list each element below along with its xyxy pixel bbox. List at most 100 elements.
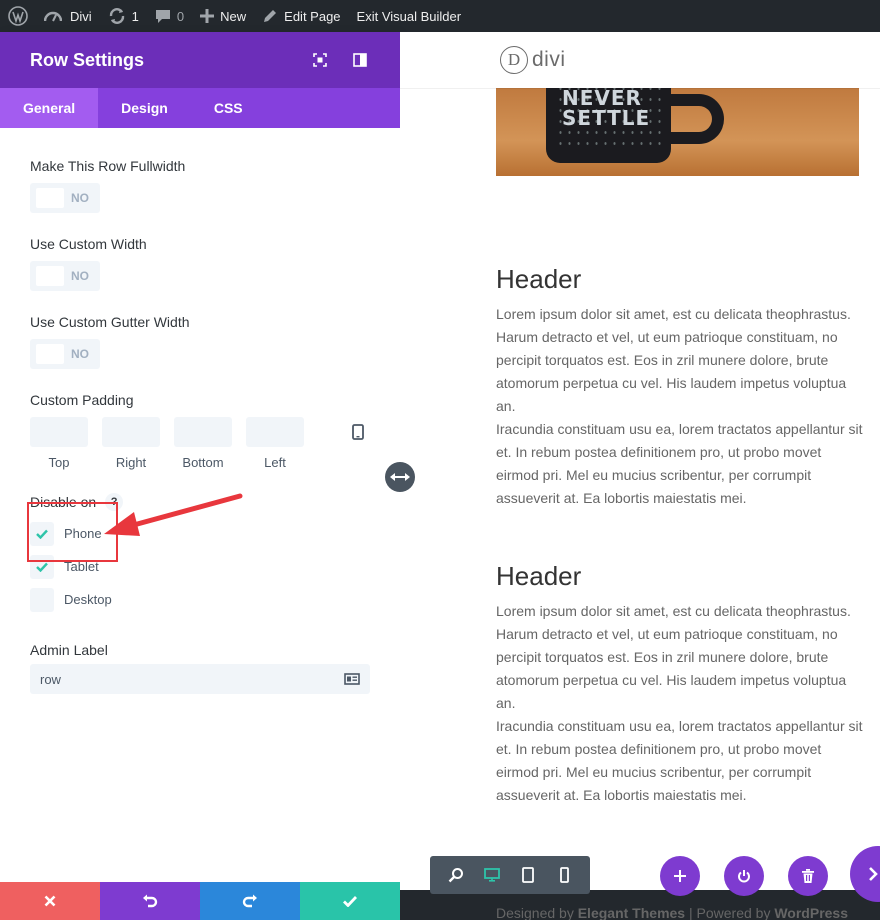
panel-header: Row Settings (0, 32, 400, 88)
view-mode-toolbar (430, 856, 590, 894)
power-icon (738, 870, 750, 883)
padding-bottom-input[interactable] (174, 417, 232, 447)
padding-bottom: Bottom (174, 417, 232, 470)
toggle-knob (36, 344, 64, 364)
site-logo[interactable]: D divi (500, 46, 566, 74)
custom-width-toggle[interactable]: NO (30, 261, 100, 291)
toggle-state: NO (71, 191, 89, 205)
undo-button[interactable] (100, 882, 200, 920)
gutter-width-toggle[interactable]: NO (30, 339, 100, 369)
row-settings-panel: Row Settings General Design CSS Make Thi… (0, 32, 400, 920)
edit-page-link[interactable]: Edit Page (254, 0, 348, 32)
desktop-icon (484, 868, 500, 882)
desktop-view-button[interactable] (480, 863, 504, 887)
chevron-right-icon (869, 867, 878, 881)
fullwidth-label: Make This Row Fullwidth (30, 158, 186, 174)
updates-count: 1 (131, 8, 139, 24)
padding-right-label: Right (115, 455, 147, 470)
resize-arrows-icon (390, 473, 410, 481)
mobile-options-icon[interactable] (348, 417, 368, 447)
article-1: Header Lorem ipsum dolor sit amet, est c… (496, 264, 866, 510)
tab-css[interactable]: CSS (191, 88, 266, 128)
redo-icon (242, 894, 257, 908)
wordpress-logo-icon[interactable] (0, 0, 36, 32)
exit-visual-builder-link[interactable]: Exit Visual Builder (349, 0, 470, 32)
custom-padding-label: Custom Padding (30, 392, 134, 408)
disable-desktop-option[interactable]: Desktop (30, 583, 370, 616)
undo-icon (143, 894, 158, 908)
comments-count: 0 (176, 8, 185, 24)
padding-right-input[interactable] (102, 417, 160, 447)
phone-view-button[interactable] (552, 863, 576, 887)
fullwidth-toggle[interactable]: NO (30, 183, 100, 213)
close-icon (44, 895, 56, 907)
article-paragraph: Iracundia constituam usu ea, lorem tract… (496, 718, 863, 803)
cancel-button[interactable] (0, 882, 100, 920)
article-heading: Header (496, 264, 582, 294)
refresh-icon (109, 8, 124, 24)
site-header: D divi (400, 32, 880, 88)
new-label: New (220, 8, 247, 24)
new-content-link[interactable]: New (192, 0, 254, 32)
padding-top-input[interactable] (30, 417, 88, 447)
checkmark-icon (36, 562, 48, 572)
padding-top-label: Top (48, 455, 70, 470)
comments-link[interactable]: 0 (147, 0, 192, 32)
updates-link[interactable]: 1 (100, 0, 147, 32)
padding-right: Right (102, 417, 160, 470)
toggle-state: NO (71, 269, 89, 283)
dashboard-icon (44, 11, 62, 22)
power-button[interactable] (724, 856, 764, 896)
plus-icon (674, 870, 686, 882)
hero-image: NEVER SETTLE (496, 88, 859, 176)
logo-text: divi (532, 48, 566, 71)
site-name: Divi (70, 8, 92, 24)
trash-icon (802, 869, 814, 883)
padding-bottom-label: Bottom (182, 455, 224, 470)
footer-separator: | (688, 905, 693, 920)
resize-handle[interactable] (385, 462, 415, 492)
footer-powered-by: Powered by (696, 905, 771, 920)
expand-icon[interactable] (300, 40, 340, 80)
toggle-knob (36, 188, 64, 208)
article-2: Header Lorem ipsum dolor sit amet, est c… (496, 561, 866, 807)
site-name-link[interactable]: Divi (36, 0, 100, 32)
redo-button[interactable] (200, 882, 300, 920)
logo-mark: D (500, 46, 528, 74)
panel-footer (0, 882, 400, 920)
zoom-button[interactable] (444, 863, 468, 887)
footer-designed-by: Designed by (496, 905, 574, 920)
tab-design[interactable]: Design (98, 88, 191, 128)
tablet-icon (522, 867, 534, 883)
delete-button[interactable] (788, 856, 828, 896)
add-module-button[interactable] (660, 856, 700, 896)
sidebar-toggle-icon[interactable] (340, 40, 380, 80)
id-card-icon[interactable] (344, 673, 360, 685)
admin-label-label: Admin Label (30, 642, 108, 658)
panel-tabs: General Design CSS (0, 88, 400, 128)
tablet-view-button[interactable] (516, 863, 540, 887)
panel-body: Make This Row Fullwidth NO Use Custom Wi… (0, 128, 400, 694)
desktop-checkbox[interactable] (30, 587, 54, 612)
admin-label-input[interactable]: row (30, 664, 370, 694)
footer-theme-author[interactable]: Elegant Themes (578, 905, 685, 920)
admin-label-field: Admin Label row (30, 642, 370, 694)
phone-icon (559, 867, 569, 883)
save-button[interactable] (300, 882, 400, 920)
plus-icon (200, 9, 215, 23)
padding-left: Left (246, 417, 304, 470)
toggle-state: NO (71, 347, 89, 361)
exit-visual-builder-label: Exit Visual Builder (356, 8, 462, 24)
custom-width-label: Use Custom Width (30, 236, 147, 252)
padding-left-input[interactable] (246, 417, 304, 447)
footer-platform[interactable]: WordPress (774, 905, 848, 920)
mug-text: NEVER SETTLE (562, 88, 651, 130)
panel-title: Row Settings (30, 49, 145, 70)
pencil-icon (264, 10, 277, 22)
article-paragraph: Lorem ipsum dolor sit amet, est cu delic… (496, 603, 851, 711)
article-paragraph: Lorem ipsum dolor sit amet, est cu delic… (496, 306, 851, 414)
edit-page-label: Edit Page (284, 8, 341, 24)
gutter-width-label: Use Custom Gutter Width (30, 314, 190, 330)
mug-handle (664, 94, 724, 144)
tab-general[interactable]: General (0, 88, 99, 128)
